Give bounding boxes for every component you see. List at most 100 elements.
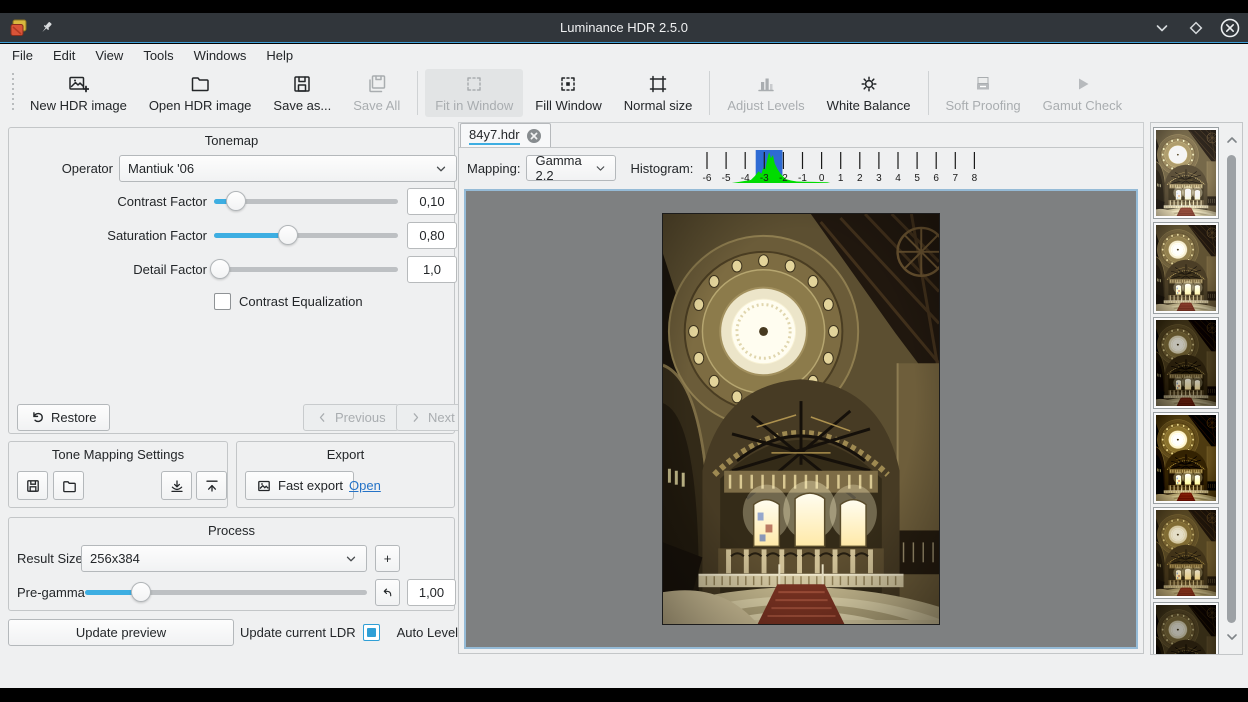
toolbar-button-white-balance[interactable]: White Balance: [817, 69, 921, 117]
menu-item-windows[interactable]: Windows: [184, 46, 257, 65]
toolbar-button-gamut-check[interactable]: Gamut Check: [1033, 69, 1132, 117]
close-button[interactable]: [1220, 18, 1240, 38]
thumbnail-preview-1[interactable]: [1154, 128, 1218, 218]
saturation-factor-slider[interactable]: [214, 222, 398, 249]
update-current-ldr-checkbox[interactable]: [363, 624, 380, 641]
toolbar-button-fill-window[interactable]: Fill Window: [525, 69, 611, 117]
toolbar-button-save-all[interactable]: Save All: [343, 69, 410, 117]
add-size-button[interactable]: +: [375, 545, 400, 572]
restore-button[interactable]: Restore: [17, 404, 110, 431]
fill-window-icon: [557, 73, 579, 95]
process-group-title: Process: [9, 523, 454, 538]
slider-handle[interactable]: [226, 191, 246, 211]
toolbar-button-label: Fit in Window: [435, 98, 513, 113]
chevron-left-icon: [316, 411, 329, 424]
open-link[interactable]: Open: [349, 478, 381, 493]
scroll-up-icon[interactable]: [1225, 133, 1239, 147]
saturation-factor-value[interactable]: 0,80: [407, 222, 457, 249]
pre-gamma-slider[interactable]: [85, 579, 367, 606]
thumbnail-preview-3[interactable]: [1154, 318, 1218, 408]
toolbar-button-normal-size[interactable]: Normal size: [614, 69, 703, 117]
result-size-select[interactable]: 256x384: [81, 545, 367, 572]
contrast-factor-value[interactable]: 0,10: [407, 188, 457, 215]
menu-item-view[interactable]: View: [85, 46, 133, 65]
toolbar-button-label: Save All: [353, 98, 400, 113]
thumbnail-preview-5[interactable]: [1154, 508, 1218, 598]
previous-button[interactable]: Previous: [303, 404, 399, 431]
toolbar-button-save-as[interactable]: Save as...: [263, 69, 341, 117]
scrollbar-thumb[interactable]: [1227, 155, 1236, 623]
menu-item-edit[interactable]: Edit: [43, 46, 85, 65]
app-body: FileEditViewToolsWindowsHelp New HDR ima…: [0, 44, 1248, 688]
detail-factor-slider[interactable]: [214, 256, 398, 283]
slider-handle[interactable]: [131, 582, 151, 602]
chevron-right-icon: [409, 411, 422, 424]
slider-track[interactable]: [214, 267, 398, 272]
svg-text:1: 1: [838, 173, 844, 184]
svg-text:-2: -2: [779, 173, 788, 184]
maximize-button[interactable]: [1186, 18, 1206, 38]
next-button[interactable]: Next: [396, 404, 468, 431]
open-hdr-icon: [189, 73, 211, 95]
minimize-button[interactable]: [1152, 18, 1172, 38]
slider-handle[interactable]: [210, 259, 230, 279]
tab-close-icon[interactable]: [526, 128, 542, 144]
load-settings-button[interactable]: [161, 471, 192, 500]
preview-scrollbar[interactable]: [1224, 125, 1240, 652]
thumbnail-preview-4[interactable]: [1154, 413, 1218, 503]
save-settings-button[interactable]: [17, 471, 48, 500]
soft-proofing-icon: [972, 73, 994, 95]
tab-label: 84y7.hdr: [469, 127, 520, 145]
toolbar-button-label: New HDR image: [30, 98, 127, 113]
thumbnail-preview-2[interactable]: [1154, 223, 1218, 313]
apply-settings-button[interactable]: [196, 471, 227, 500]
pre-gamma-reset-button[interactable]: [375, 579, 400, 606]
viewer-tabbar: 84y7.hdr: [458, 122, 1144, 148]
svg-text:-1: -1: [798, 173, 807, 184]
result-size-label: Result Size: [17, 551, 83, 566]
scroll-down-icon[interactable]: [1225, 630, 1239, 644]
toolbar-button-label: Save as...: [273, 98, 331, 113]
hdr-preview-image: [662, 213, 940, 625]
toolbar-button-soft-proofing[interactable]: Soft Proofing: [936, 69, 1031, 117]
update-preview-button[interactable]: Update preview: [8, 619, 234, 646]
chevron-down-icon: [344, 552, 358, 566]
operator-label: Operator: [23, 161, 113, 176]
tone-mapping-settings-title: Tone Mapping Settings: [9, 447, 227, 462]
contrast-equalization-checkbox[interactable]: [214, 293, 231, 310]
menu-item-help[interactable]: Help: [256, 46, 303, 65]
thumbnail-image: [1156, 510, 1216, 596]
folder-icon: [61, 478, 77, 494]
toolbar-button-new-hdr-image[interactable]: New HDR image: [20, 69, 137, 117]
toolbar-button-fit-in-window[interactable]: Fit in Window: [425, 69, 523, 117]
toolbar-button-adjust-levels[interactable]: Adjust Levels: [717, 69, 814, 117]
export-group-title: Export: [237, 447, 454, 462]
next-label: Next: [428, 410, 455, 425]
menu-item-tools[interactable]: Tools: [133, 46, 183, 65]
new-hdr-icon: [67, 73, 89, 95]
toolbar-button-open-hdr-image[interactable]: Open HDR image: [139, 69, 262, 117]
slider-handle[interactable]: [278, 225, 298, 245]
menu-item-file[interactable]: File: [2, 46, 43, 65]
svg-text:-3: -3: [760, 173, 769, 184]
pre-gamma-value[interactable]: 1,00: [407, 579, 456, 606]
mapping-label: Mapping:: [467, 161, 520, 176]
contrast-factor-slider[interactable]: [214, 188, 398, 215]
gamut-check-icon: [1071, 73, 1093, 95]
image-viewport[interactable]: [464, 189, 1138, 649]
toolbar-button-label: Open HDR image: [149, 98, 252, 113]
svg-text:4: 4: [896, 173, 902, 184]
result-size-value: 256x384: [90, 551, 344, 566]
thumbnail-preview-6[interactable]: [1154, 603, 1218, 655]
tab-84y7[interactable]: 84y7.hdr: [460, 123, 551, 149]
detail-factor-value[interactable]: 1,0: [407, 256, 457, 283]
open-settings-button[interactable]: [53, 471, 84, 500]
toolbar-button-label: Fill Window: [535, 98, 601, 113]
fast-export-button[interactable]: Fast export: [245, 471, 354, 500]
window-title: Luminance HDR 2.5.0: [0, 20, 1248, 35]
tonemap-group: Tonemap Operator Mantiuk '06 Contrast Fa…: [8, 127, 455, 434]
mapping-select[interactable]: Gamma 2.2: [526, 155, 616, 181]
toolbar-drag-handle[interactable]: [10, 73, 15, 113]
histogram-widget[interactable]: -6-5-4-3-2-1012345678: [695, 148, 995, 186]
operator-select[interactable]: Mantiuk '06: [119, 155, 457, 182]
